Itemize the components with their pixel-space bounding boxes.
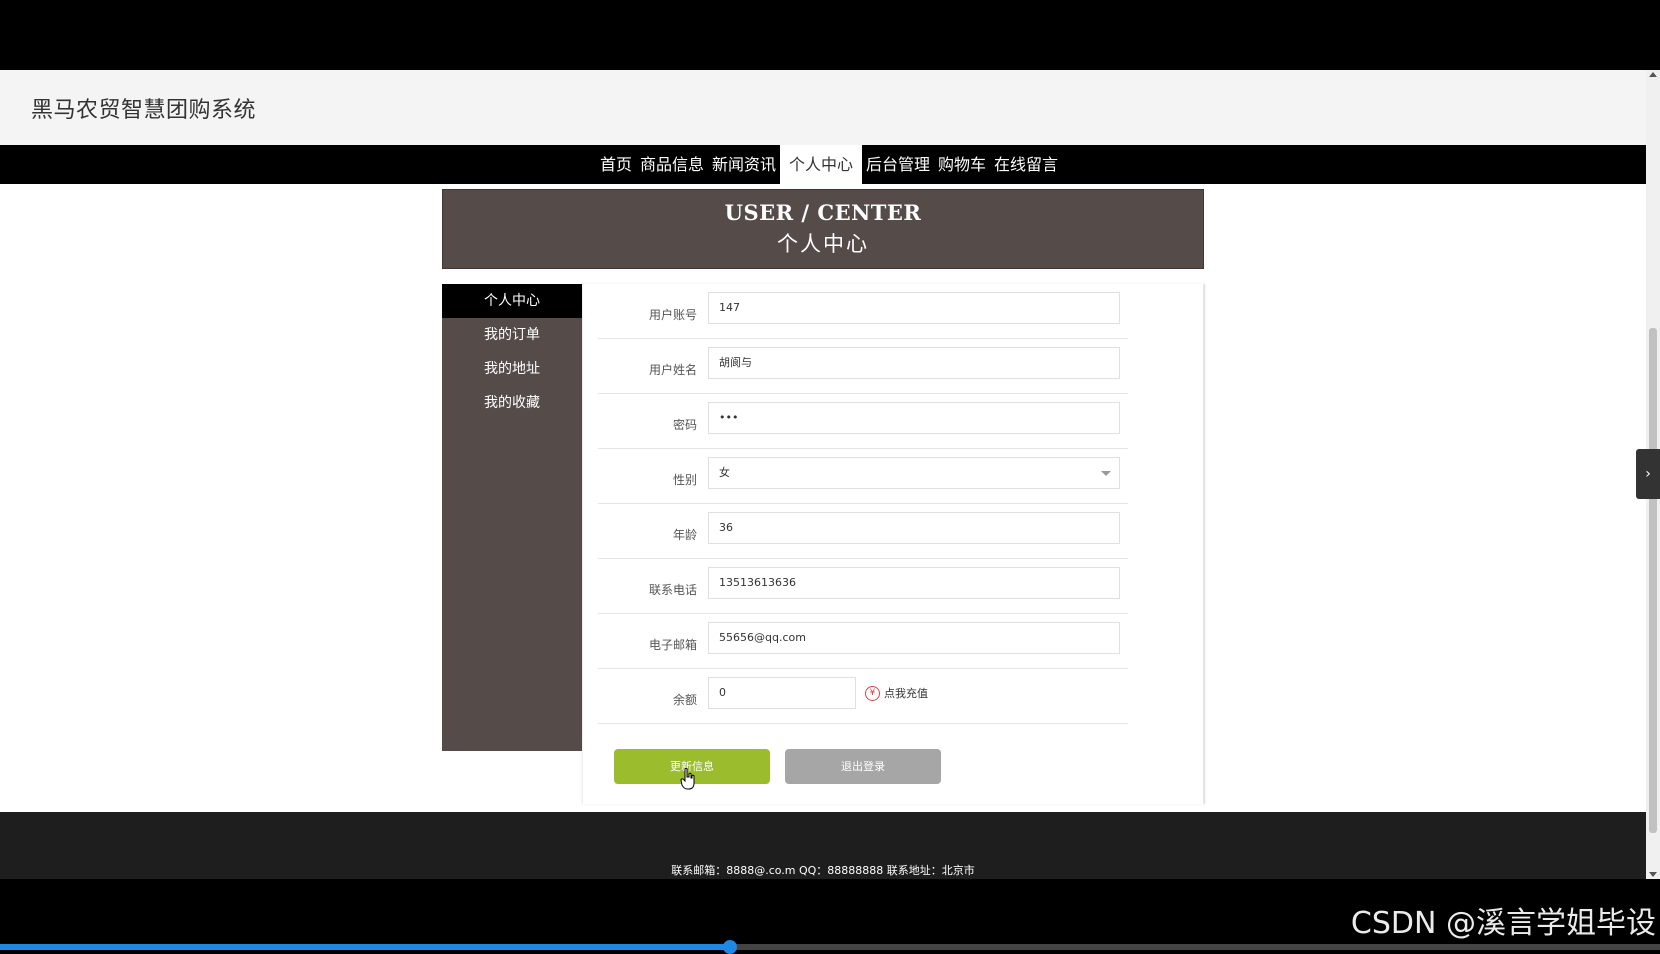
nav-item-admin[interactable]: 后台管理 bbox=[862, 145, 934, 184]
nav-item-news[interactable]: 新闻资讯 bbox=[708, 145, 780, 184]
video-progress-fill bbox=[0, 944, 731, 950]
nav-item-products[interactable]: 商品信息 bbox=[636, 145, 708, 184]
email-field[interactable]: 55656@qq.com bbox=[708, 622, 1120, 654]
sidebar-item-my-orders[interactable]: 我的订单 bbox=[442, 318, 582, 352]
gender-value: 女 bbox=[719, 466, 730, 479]
name-field[interactable]: 胡阆与 bbox=[708, 347, 1120, 379]
gender-select[interactable]: 女 bbox=[708, 457, 1120, 489]
nav-item-cart[interactable]: 购物车 bbox=[934, 145, 990, 184]
scroll-down-arrow-icon[interactable] bbox=[1649, 872, 1657, 877]
age-label: 年龄 bbox=[672, 528, 697, 542]
age-field[interactable]: 36 bbox=[708, 512, 1120, 544]
site-header: 黑马农贸智慧团购系统 bbox=[0, 70, 1646, 145]
main-nav: 首页 商品信息 新闻资讯 个人中心 后台管理 购物车 在线留言 bbox=[0, 145, 1646, 184]
banner-title-en: USER / CENTER bbox=[724, 200, 922, 225]
phone-label: 联系电话 bbox=[648, 583, 697, 597]
form-row-account: 用户账号 147 bbox=[598, 284, 1128, 339]
sidebar-item-my-favorites[interactable]: 我的收藏 bbox=[442, 386, 582, 420]
form-row-age: 年龄 36 bbox=[598, 504, 1128, 559]
gender-label: 性别 bbox=[672, 473, 697, 487]
video-top-bar bbox=[0, 0, 1660, 70]
page-banner: USER / CENTER 个人中心 bbox=[442, 189, 1204, 269]
video-progress-handle[interactable] bbox=[723, 940, 738, 954]
browser-viewport: 黑马农贸智慧团购系统 首页 商品信息 新闻资讯 个人中心 后台管理 购物车 在线… bbox=[0, 70, 1660, 879]
banner-title-zh: 个人中心 bbox=[777, 232, 869, 256]
form-row-email: 电子邮箱 55656@qq.com bbox=[598, 614, 1128, 669]
balance-field[interactable]: 0 bbox=[708, 677, 856, 709]
sidebar-item-my-address[interactable]: 我的地址 bbox=[442, 352, 582, 386]
account-label: 用户账号 bbox=[648, 308, 697, 322]
profile-form: 用户账号 147 用户姓名 胡阆与 密码 ••• 性别 女 年龄 36 联系电话… bbox=[582, 284, 1205, 804]
form-row-balance: 余额 0 ¥ 点我充值 bbox=[598, 669, 1128, 724]
password-field[interactable]: ••• bbox=[708, 402, 1120, 434]
recharge-link[interactable]: ¥ 点我充值 bbox=[865, 685, 928, 701]
password-label: 密码 bbox=[672, 418, 697, 432]
balance-label: 余额 bbox=[672, 693, 697, 707]
chevron-right-icon[interactable]: › bbox=[1636, 449, 1660, 499]
nav-item-home[interactable]: 首页 bbox=[596, 145, 636, 184]
form-row-password: 密码 ••• bbox=[598, 394, 1128, 449]
mouse-cursor-icon bbox=[680, 768, 695, 790]
site-footer: 联系邮箱：8888@.co.m QQ：88888888 联系地址：北京市 bbox=[0, 812, 1646, 879]
scroll-thumb[interactable] bbox=[1649, 328, 1657, 833]
account-field[interactable]: 147 bbox=[708, 292, 1120, 324]
sidebar-item-user-center[interactable]: 个人中心 bbox=[442, 284, 582, 318]
recharge-label: 点我充值 bbox=[884, 687, 928, 700]
video-progress-bar[interactable] bbox=[0, 940, 1660, 954]
footer-contact: 联系邮箱：8888@.co.m QQ：88888888 联系地址：北京市 bbox=[671, 864, 975, 877]
form-row-phone: 联系电话 13513613636 bbox=[598, 559, 1128, 614]
site-title: 黑马农贸智慧团购系统 bbox=[31, 98, 257, 123]
yen-icon: ¥ bbox=[865, 685, 880, 701]
scroll-up-arrow-icon[interactable] bbox=[1649, 72, 1657, 77]
phone-field[interactable]: 13513613636 bbox=[708, 567, 1120, 599]
name-label: 用户姓名 bbox=[648, 363, 697, 377]
user-sidebar: 个人中心 我的订单 我的地址 我的收藏 bbox=[442, 284, 582, 751]
form-row-gender: 性别 女 bbox=[598, 449, 1128, 504]
nav-item-messages[interactable]: 在线留言 bbox=[990, 145, 1062, 184]
nav-item-user-center[interactable]: 个人中心 bbox=[779, 145, 862, 184]
chevron-down-icon bbox=[1101, 471, 1111, 476]
email-label: 电子邮箱 bbox=[648, 638, 697, 652]
logout-button[interactable]: 退出登录 bbox=[785, 749, 941, 784]
watermark: CSDN @溪言学姐毕设 bbox=[1350, 906, 1656, 941]
form-row-name: 用户姓名 胡阆与 bbox=[598, 339, 1128, 394]
